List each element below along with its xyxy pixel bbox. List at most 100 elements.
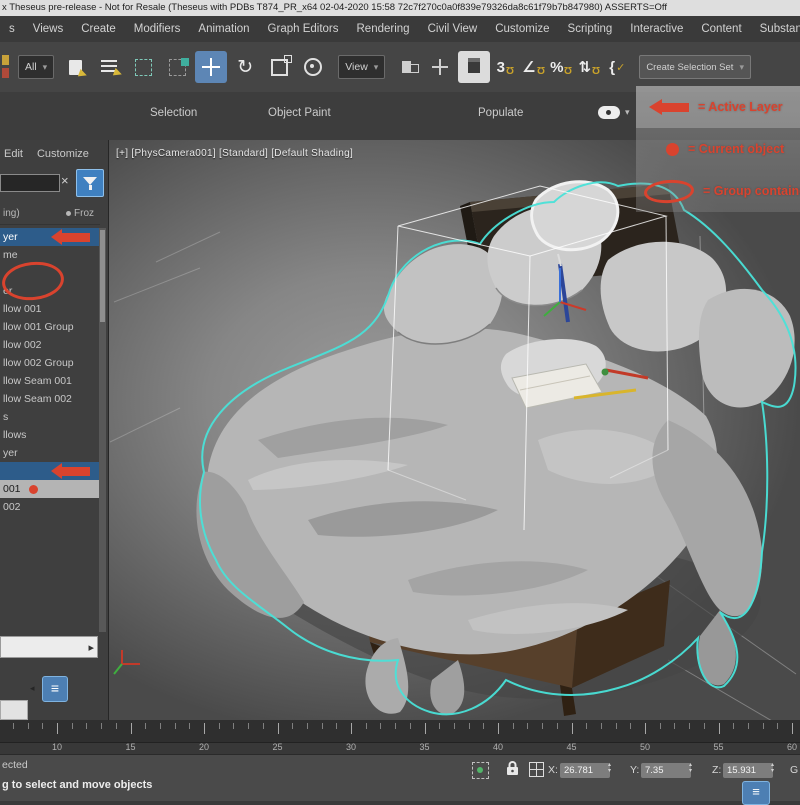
snap-toggle-3d-icon[interactable]: 3Ω (491, 51, 519, 83)
timeline-frame-label: 35 (419, 742, 429, 752)
timeline-tick (719, 723, 720, 734)
table-row[interactable]: 002 (0, 498, 100, 516)
menu-item-scripting[interactable]: Scripting (559, 23, 622, 35)
ribbon-visibility-control[interactable]: ▾ (598, 106, 630, 119)
table-row[interactable]: llow 002 Group (0, 354, 100, 372)
search-input[interactable] (0, 174, 60, 192)
menu-item-modifiers[interactable]: Modifiers (125, 23, 190, 35)
menu-item-interactive[interactable]: Interactive (621, 23, 692, 35)
vertical-scrollbar[interactable] (99, 228, 106, 632)
table-row[interactable]: yer (0, 228, 100, 246)
viewport-label[interactable]: [+] [PhysCamera001] [Standard] [Default … (116, 148, 353, 159)
table-row[interactable]: yer (0, 444, 100, 462)
table-row[interactable]: llow Seam 002 (0, 390, 100, 408)
select-and-manipulate-icon[interactable] (424, 51, 456, 83)
timeline-tick (498, 723, 499, 734)
column-header-name[interactable]: ing) (3, 208, 20, 219)
timeline-tick (748, 723, 749, 729)
percent-snap-icon[interactable]: %Ω (547, 51, 575, 83)
angle-snap-icon[interactable]: ∠Ω (519, 51, 547, 83)
selection-filter-dropdown[interactable]: All▾ (18, 55, 54, 79)
timeline-frame-label: 15 (125, 742, 135, 752)
timeline-tick (527, 723, 528, 729)
menu-item-views[interactable]: Views (24, 23, 72, 35)
select-object-icon[interactable] (59, 51, 91, 83)
scene-explorer-panel: Edit Customize × ing) Froz yermeerllow 0… (0, 140, 109, 720)
horizontal-scrollbar[interactable]: ▸ (0, 636, 98, 658)
table-row[interactable]: llow Seam 001 (0, 372, 100, 390)
use-pivot-point-icon[interactable] (390, 51, 422, 83)
table-row[interactable]: me (0, 246, 100, 264)
timeline[interactable]: 1015202530354045505560 (0, 720, 800, 754)
z-coordinate-field[interactable]: 15.931 (723, 763, 773, 778)
timeline-tick (616, 723, 617, 729)
selection-region-status-icon[interactable] (472, 762, 489, 779)
legend-label: = Current object (688, 142, 784, 156)
y-coordinate-field[interactable]: 7.35 (641, 763, 691, 778)
menu-item-substance[interactable]: Substance (751, 23, 800, 35)
clear-search-icon[interactable]: × (61, 173, 69, 188)
scrollbar-thumb[interactable] (100, 230, 105, 322)
display-mode-button[interactable]: ≡ (42, 676, 68, 702)
collapse-left-icon[interactable]: ◂ (30, 683, 35, 694)
rectangular-selection-region-icon[interactable] (127, 51, 159, 83)
menu-item-civil-view[interactable]: Civil View (419, 23, 487, 35)
timeline-tick (72, 723, 73, 729)
menu-item-s[interactable]: s (0, 23, 24, 35)
x-coordinate-field[interactable]: 26.781 (560, 763, 610, 778)
tab-populate[interactable]: Populate (478, 107, 523, 119)
active-layer-arrow-annotation (62, 233, 90, 242)
timeline-track[interactable] (0, 720, 800, 743)
legend-label: = Group container (703, 184, 800, 198)
scroll-right-icon[interactable]: ▸ (88, 641, 94, 654)
select-and-place-icon[interactable] (297, 51, 329, 83)
menu-item-edit[interactable]: Edit (4, 148, 23, 160)
table-row[interactable]: llows (0, 426, 100, 444)
spinner-snap-icon[interactable]: ⇅Ω (575, 51, 603, 83)
y-spinner[interactable]: ▴▾ (689, 762, 692, 774)
lock-icon[interactable] (506, 760, 519, 776)
reference-coordinate-dropdown[interactable]: View▾ (338, 55, 385, 79)
table-row[interactable]: 001 (0, 480, 100, 498)
table-row[interactable] (0, 462, 100, 480)
timeline-tick (395, 723, 396, 729)
legend-label: = Active Layer (698, 100, 783, 114)
timeline-tick (513, 723, 514, 729)
timeline-tick (704, 723, 705, 729)
timeline-frame-label: 40 (493, 742, 503, 752)
tab-selection[interactable]: Selection (150, 107, 197, 119)
x-spinner[interactable]: ▴▾ (608, 762, 611, 774)
table-row[interactable]: llow 001 (0, 300, 100, 318)
menu-item-animation[interactable]: Animation (189, 23, 258, 35)
viewport[interactable]: [+] [PhysCamera001] [Standard] [Default … (108, 140, 800, 720)
absolute-mode-grid-icon[interactable] (529, 762, 544, 777)
named-selection-sets-icon[interactable]: {✓ (603, 51, 631, 83)
menu-items: sViewsCreateModifiersAnimationGraph Edit… (0, 23, 800, 35)
table-row[interactable]: llow 002 (0, 336, 100, 354)
menu-item-create[interactable]: Create (72, 23, 125, 35)
timeline-tick (454, 723, 455, 729)
column-header-frozen[interactable]: Froz (66, 208, 94, 219)
menu-item-content[interactable]: Content (692, 23, 750, 35)
timeline-tick (219, 723, 220, 729)
select-and-scale-icon[interactable] (263, 51, 295, 83)
filter-button[interactable] (76, 169, 104, 197)
annotation-legend: = Active Layer = Current object = Group co… (636, 86, 800, 212)
select-by-name-icon[interactable] (93, 51, 125, 83)
window-crossing-icon[interactable] (161, 51, 193, 83)
select-and-rotate-icon[interactable]: ↻ (229, 51, 261, 83)
table-row[interactable]: llow 001 Group (0, 318, 100, 336)
table-row[interactable]: s (0, 408, 100, 426)
funnel-icon (83, 177, 97, 185)
menu-item-rendering[interactable]: Rendering (348, 23, 419, 35)
keyboard-shortcut-override-icon[interactable] (458, 51, 490, 83)
tab-object-paint[interactable]: Object Paint (268, 107, 331, 119)
menu-item-customize[interactable]: Customize (486, 23, 558, 35)
select-and-move-icon[interactable] (195, 51, 227, 83)
menu-item-graph-editors[interactable]: Graph Editors (259, 23, 348, 35)
timeline-tick (57, 723, 58, 734)
create-selection-set-dropdown[interactable]: Create Selection Set▾ (639, 55, 751, 79)
isolate-selection-button[interactable]: ≡ (742, 781, 770, 805)
z-spinner[interactable]: ▴▾ (771, 762, 774, 774)
menu-item-customize[interactable]: Customize (37, 148, 89, 160)
